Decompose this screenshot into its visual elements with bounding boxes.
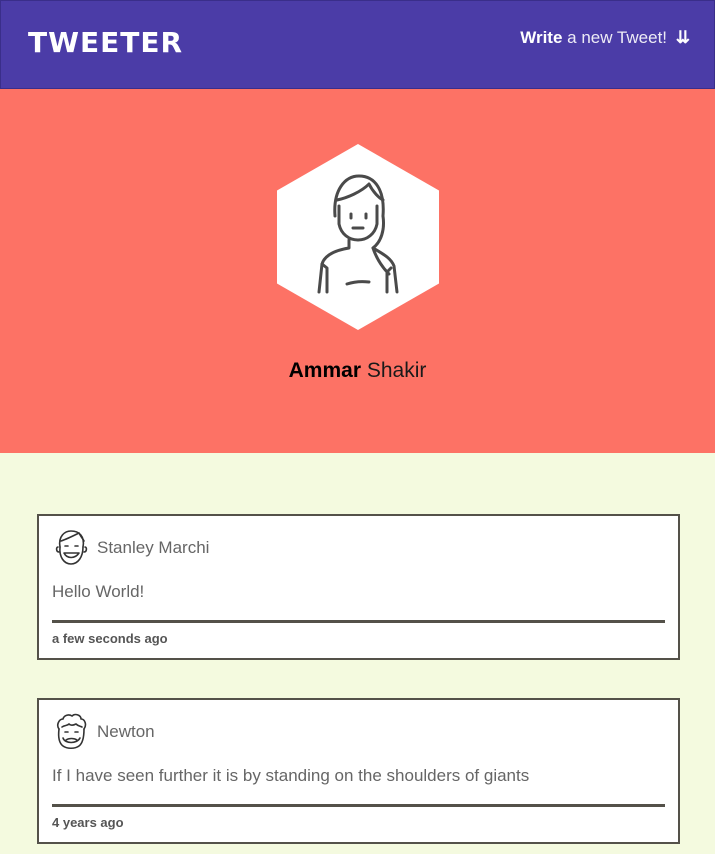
profile-banner: Ammar Shakir: [0, 89, 715, 453]
profile-avatar: [277, 144, 439, 330]
tweet-author: Newton: [97, 722, 155, 741]
tweet-author: Stanley Marchi: [97, 538, 210, 557]
profile-last-name: Shakir: [366, 359, 427, 382]
tweet-feed: Stanley Marchi Hello World! a few second…: [0, 453, 715, 854]
curly-hair-man-avatar-icon: [56, 713, 87, 750]
tweet-text: If I have seen further it is by standing…: [52, 766, 530, 785]
tweet-card[interactable]: Stanley Marchi Hello World! a few second…: [37, 514, 680, 660]
top-navbar: TWEETER Write a new Tweet! ⇊: [0, 0, 715, 89]
compose-label-bold: Write: [520, 28, 563, 47]
tweet-header: Newton: [53, 712, 155, 752]
tweet-divider: [52, 620, 665, 623]
double-down-arrow-icon: ⇊: [675, 28, 690, 47]
tweet-timestamp: 4 years ago: [52, 815, 124, 830]
tweet-divider: [52, 804, 665, 807]
app-logo[interactable]: TWEETER: [28, 26, 183, 60]
write-tweet-link[interactable]: Write a new Tweet! ⇊: [520, 27, 690, 49]
smiling-man-avatar-icon: [55, 530, 88, 565]
tweet-card[interactable]: Newton If I have seen further it is by s…: [37, 698, 680, 844]
tweet-header: Stanley Marchi: [53, 528, 209, 568]
tweet-text: Hello World!: [52, 582, 145, 601]
profile-first-name: Ammar: [288, 359, 361, 382]
woman-avatar-icon: [277, 144, 439, 330]
profile-name: Ammar Shakir: [0, 357, 715, 385]
tweet-timestamp: a few seconds ago: [52, 631, 168, 646]
compose-label-rest: a new Tweet!: [567, 28, 668, 47]
